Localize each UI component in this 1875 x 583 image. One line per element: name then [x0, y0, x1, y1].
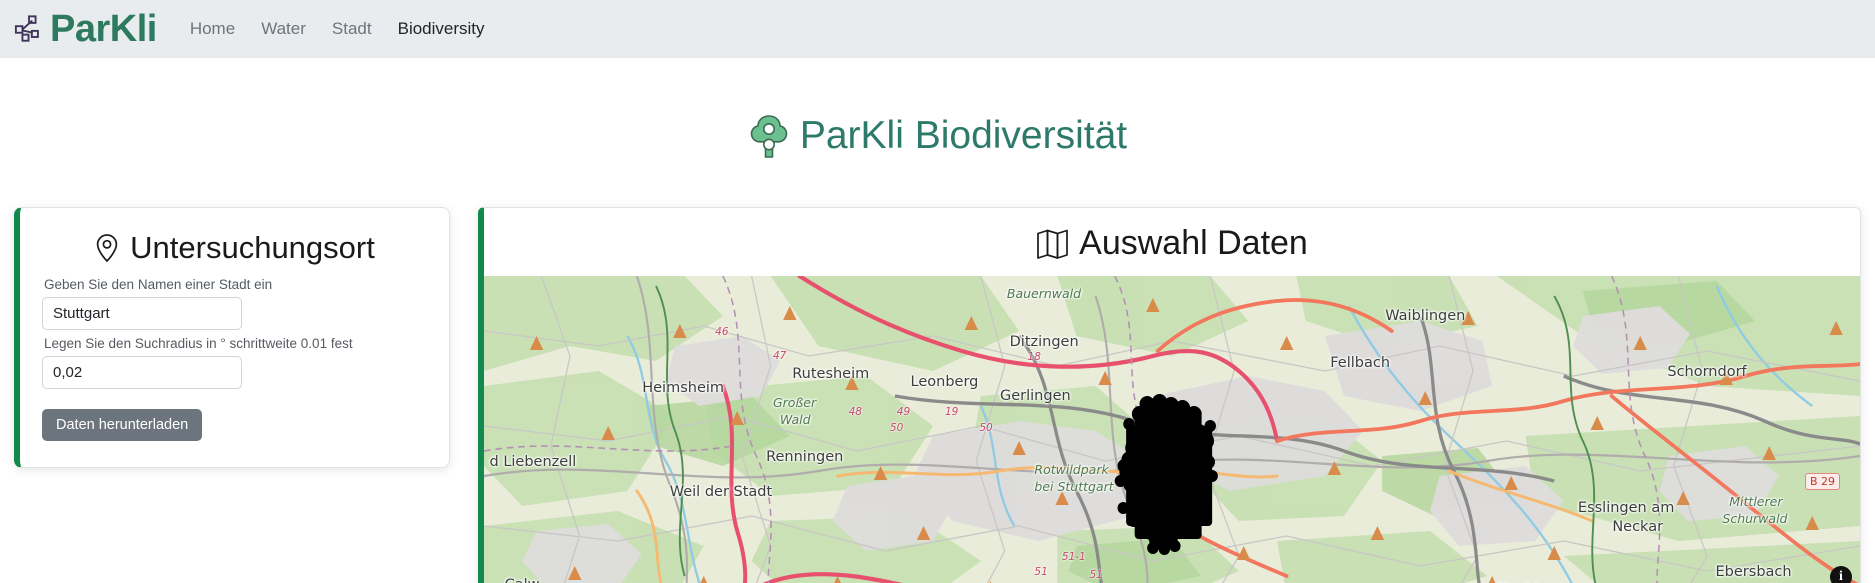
- location-card: Untersuchungsort Geben Sie den Namen ein…: [14, 207, 450, 469]
- radius-field-label: Legen Sie den Suchradius in ° schrittwei…: [44, 336, 353, 352]
- nav-link-stadt[interactable]: Stadt: [319, 19, 385, 39]
- data-selection-heading: Auswahl Daten: [484, 226, 1860, 260]
- share-network-icon: [14, 14, 44, 44]
- left-column: Untersuchungsort Geben Sie den Namen ein…: [14, 207, 464, 469]
- folded-map-icon: [1036, 227, 1069, 260]
- main-content: Untersuchungsort Geben Sie den Namen ein…: [0, 207, 1875, 583]
- map-tiles[interactable]: [484, 276, 1860, 583]
- radius-input[interactable]: [42, 356, 242, 390]
- map-viewport[interactable]: Bauernwald Ditzingen Waiblingen Fellbach Hei…: [484, 276, 1860, 583]
- deciduous-tree-icon: [748, 113, 790, 159]
- data-selection-card: Auswahl Daten Bauernwald Ditzingen Waibl…: [478, 207, 1861, 583]
- data-selection-title: Auswahl Daten: [1079, 224, 1308, 263]
- brand-text: ParKli: [50, 8, 157, 50]
- map-pin-icon: [94, 233, 120, 263]
- info-circle-icon[interactable]: i: [1830, 566, 1852, 583]
- right-column: Auswahl Daten Bauernwald Ditzingen Waibl…: [464, 207, 1861, 583]
- city-field-label: Geben Sie den Namen einer Stadt ein: [44, 277, 273, 293]
- page-title-block: ParKli Biodiversität: [0, 90, 1875, 181]
- page-title: ParKli Biodiversität: [799, 114, 1128, 158]
- download-data-button[interactable]: Daten herunterladen: [42, 409, 203, 442]
- location-card-title: Untersuchungsort: [130, 230, 375, 266]
- nav-link-biodiversity[interactable]: Biodiversity: [385, 19, 498, 39]
- city-input[interactable]: [42, 297, 242, 331]
- brand-link[interactable]: ParKli: [14, 10, 157, 48]
- map-basemap: [484, 276, 1860, 583]
- top-navbar: ParKli Home Water Stadt Biodiversity: [0, 0, 1875, 58]
- nav-link-water[interactable]: Water: [248, 19, 319, 39]
- nav-link-home[interactable]: Home: [177, 19, 248, 39]
- location-card-heading: Untersuchungsort: [42, 232, 427, 263]
- nav-links: Home Water Stadt Biodiversity: [177, 19, 498, 39]
